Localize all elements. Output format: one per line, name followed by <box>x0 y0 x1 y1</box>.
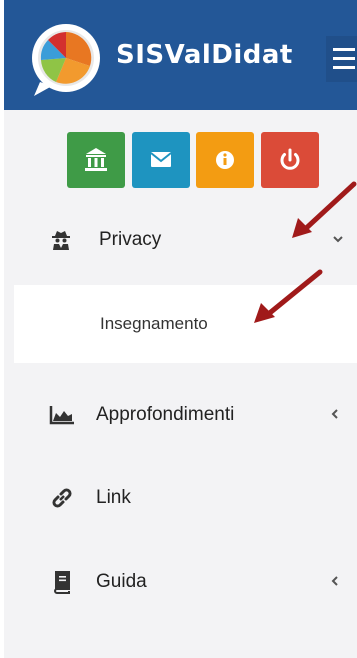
sidebar-item-link[interactable]: Link <box>4 468 357 528</box>
hamburger-menu-icon[interactable] <box>326 36 357 82</box>
bank-icon <box>85 148 107 171</box>
envelope-icon <box>150 152 172 167</box>
sidebar-item-label: Approfondimenti <box>96 404 235 425</box>
annotation-arrow-icon <box>254 269 323 323</box>
sidebar-item-label: Privacy <box>99 229 162 250</box>
sidebar-item-label: Guida <box>96 571 147 592</box>
info-button[interactable] <box>196 132 254 188</box>
sidebar-item-label: Link <box>96 487 131 508</box>
annotation-arrow-icon <box>292 181 357 238</box>
app-header: SISValDidat <box>4 0 357 110</box>
link-icon <box>52 488 72 508</box>
info-icon <box>216 151 234 169</box>
chevron-left-icon <box>330 407 340 423</box>
logo-icon <box>32 24 100 96</box>
mail-button[interactable] <box>132 132 190 188</box>
sidebar-item-guida[interactable]: Guida <box>4 552 357 612</box>
home-button[interactable] <box>67 132 125 188</box>
sidebar-item-approfondimenti[interactable]: Approfondimenti <box>4 385 357 445</box>
user-secret-icon <box>52 231 70 250</box>
brand-title[interactable]: SISValDidat <box>116 40 293 70</box>
book-icon <box>54 571 70 594</box>
sidebar-subitem-label: Insegnamento <box>100 314 208 333</box>
chevron-left-icon <box>330 574 340 590</box>
area-chart-icon <box>49 406 74 425</box>
